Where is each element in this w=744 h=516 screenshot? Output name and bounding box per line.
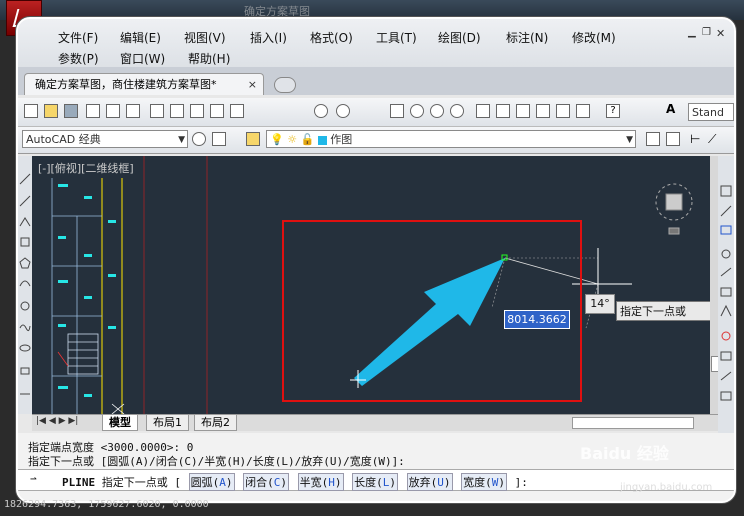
document-tab[interactable]: 确定方案草图，商住楼建筑方案草图* × bbox=[24, 73, 264, 95]
cut-icon[interactable] bbox=[150, 104, 164, 118]
print-icon[interactable] bbox=[86, 104, 100, 118]
standard-toolbar: ? A Stand bbox=[18, 98, 734, 127]
layer-combo[interactable]: 💡 ☼ 🔓 作图 ▼ bbox=[266, 130, 636, 148]
coordinates-readout: 1826294.7363, 1759627.6020, 0.0000 bbox=[4, 499, 209, 510]
design-center-icon[interactable] bbox=[496, 104, 510, 118]
menu-help[interactable]: 帮助(H) bbox=[188, 50, 230, 67]
close-icon[interactable]: ✕ bbox=[716, 27, 725, 40]
text-style-combo[interactable]: Stand bbox=[688, 103, 734, 121]
tool-palettes-icon[interactable] bbox=[516, 104, 530, 118]
save-icon[interactable] bbox=[64, 104, 78, 118]
make-current-icon[interactable] bbox=[646, 132, 660, 146]
menu-dimension[interactable]: 标注(N) bbox=[506, 29, 548, 46]
document-tab-label: 确定方案草图，商住楼建筑方案草图* bbox=[35, 78, 217, 91]
match-properties-icon[interactable] bbox=[210, 104, 224, 118]
block-editor-icon[interactable] bbox=[230, 104, 244, 118]
chevron-down-icon: ▼ bbox=[178, 135, 185, 145]
baidu-watermark: Baidu 经验 bbox=[580, 444, 669, 463]
layer-value: 作图 bbox=[330, 133, 353, 146]
building-plan bbox=[51, 156, 208, 414]
tab-layout1[interactable]: 布局1 bbox=[146, 415, 189, 431]
layout-tabs-bar: |◀ ◀ ▶ ▶| 模型 布局1 布局2 bbox=[32, 414, 718, 431]
draw-toolbar bbox=[18, 156, 32, 414]
undo-icon[interactable] bbox=[314, 104, 328, 118]
angle-input-field[interactable]: 14° bbox=[585, 294, 615, 314]
layers-toolbar: AutoCAD 经典 ▼ 💡 ☼ 🔓 作图 ▼ ⊢ ⟋ bbox=[18, 127, 734, 154]
markup-icon[interactable] bbox=[556, 104, 570, 118]
pan-icon[interactable] bbox=[390, 104, 404, 118]
zoom-window-icon[interactable] bbox=[430, 104, 444, 118]
help-icon[interactable]: ? bbox=[606, 104, 620, 118]
baidu-watermark-url: jingyan.baidu.com bbox=[620, 482, 713, 493]
app-frame: 确定方案草图 文件(F) 编辑(E) 视图(V) 插入(I) 格式(O) 工具(… bbox=[0, 0, 744, 516]
new-tab-button[interactable] bbox=[274, 77, 296, 93]
tab-close-icon[interactable]: × bbox=[248, 74, 257, 96]
modify-toolbar bbox=[718, 156, 734, 476]
vertical-scrollbar[interactable] bbox=[710, 156, 719, 414]
layer-manager-icon[interactable] bbox=[246, 132, 260, 146]
command-history-line2: 指定下一点或 [圆弧(A)/闭合(C)/半宽(H)/长度(L)/放弃(U)/宽度… bbox=[28, 455, 405, 468]
copy-icon[interactable] bbox=[170, 104, 184, 118]
workspace-menu-icon[interactable] bbox=[212, 132, 226, 146]
menu-view[interactable]: 视图(V) bbox=[184, 29, 226, 46]
workspace-settings-gear-icon[interactable] bbox=[192, 132, 206, 146]
chevron-down-icon: ▼ bbox=[626, 135, 633, 145]
properties-icon[interactable] bbox=[476, 104, 490, 118]
sheet-set-icon[interactable] bbox=[536, 104, 550, 118]
workspace-combo[interactable]: AutoCAD 经典 ▼ bbox=[22, 130, 188, 148]
menu-parameter[interactable]: 参数(P) bbox=[58, 50, 99, 67]
zoom-realtime-icon[interactable] bbox=[410, 104, 424, 118]
menu-modify[interactable]: 修改(M) bbox=[572, 29, 616, 46]
zoom-previous-icon[interactable] bbox=[450, 104, 464, 118]
dynamic-prompt-text: 指定下一点或 bbox=[620, 305, 686, 318]
new-file-icon[interactable] bbox=[24, 104, 38, 118]
menu-draw[interactable]: 绘图(D) bbox=[438, 29, 481, 46]
menu-bar: 文件(F) 编辑(E) 视图(V) 插入(I) 格式(O) 工具(T) 绘图(D… bbox=[18, 19, 734, 67]
menu-format[interactable]: 格式(O) bbox=[310, 29, 353, 46]
document-tabs: 确定方案草图，商住楼建筑方案草图* × bbox=[18, 67, 734, 95]
menu-edit[interactable]: 编辑(E) bbox=[120, 29, 161, 46]
open-file-icon[interactable] bbox=[44, 104, 58, 118]
layer-freeze-icon: ☼ bbox=[287, 133, 298, 146]
tab-model[interactable]: 模型 bbox=[102, 415, 138, 431]
horizontal-scrollbar[interactable] bbox=[572, 417, 694, 429]
text-style-icon[interactable]: A bbox=[666, 102, 680, 116]
menu-tools[interactable]: 工具(T) bbox=[376, 29, 417, 46]
menu-window[interactable]: 窗口(W) bbox=[120, 50, 165, 67]
minimize-icon[interactable]: ▁ bbox=[688, 27, 696, 38]
layer-lock-icon: 🔓 bbox=[300, 133, 315, 146]
layer-color-icon bbox=[317, 135, 327, 145]
workspace-value: AutoCAD 经典 bbox=[26, 133, 101, 146]
aligned-dimension-icon[interactable]: ⟋ bbox=[708, 132, 722, 146]
menu-file[interactable]: 文件(F) bbox=[58, 29, 98, 46]
plot-preview-icon[interactable] bbox=[106, 104, 120, 118]
publish-icon[interactable] bbox=[126, 104, 140, 118]
dynamic-input-field[interactable]: 8014.3662 bbox=[504, 310, 570, 329]
viewcube bbox=[655, 183, 693, 235]
layer-on-icon: 💡 bbox=[270, 133, 284, 146]
text-style-value: Stand bbox=[692, 106, 724, 119]
tab-layout2[interactable]: 布局2 bbox=[194, 415, 237, 431]
menu-insert[interactable]: 插入(I) bbox=[250, 29, 287, 46]
dynamic-prompt-tooltip[interactable]: 指定下一点或 ▼ bbox=[616, 301, 710, 321]
main-window: 文件(F) 编辑(E) 视图(V) 插入(I) 格式(O) 工具(T) 绘图(D… bbox=[16, 17, 736, 503]
modify-tools-icons[interactable] bbox=[718, 156, 734, 476]
tab-nav-arrows-icon[interactable]: |◀ ◀ ▶ ▶| bbox=[36, 416, 78, 426]
draw-tools-icons[interactable] bbox=[18, 156, 32, 414]
redo-icon[interactable] bbox=[336, 104, 350, 118]
paste-icon[interactable] bbox=[190, 104, 204, 118]
layer-previous-icon[interactable] bbox=[666, 132, 680, 146]
drawing-canvas[interactable]: [-][俯视][二维线框] 8014.3662 14° 指定下一点或 bbox=[32, 156, 710, 414]
calculator-icon[interactable] bbox=[576, 104, 590, 118]
linear-dimension-icon[interactable]: ⊢ bbox=[690, 132, 704, 146]
restore-icon[interactable]: ❐ bbox=[702, 27, 711, 38]
